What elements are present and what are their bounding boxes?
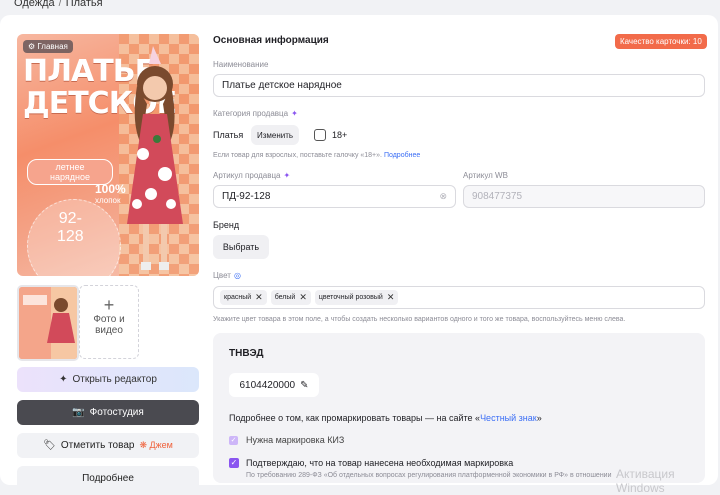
photo-size: 92- 128: [57, 210, 84, 245]
tnved-code-field[interactable]: 6104420000 ✎: [229, 373, 319, 397]
seller-article-label: Артикул продавца ✦: [213, 171, 291, 180]
seller-article-input[interactable]: ПД-92-128 ⊗: [213, 185, 456, 208]
wb-article-input: 908477375: [463, 185, 705, 208]
color-info-icon: ◎: [233, 271, 241, 280]
breadcrumb-item-dresses[interactable]: Платья: [66, 0, 103, 9]
confirm-marking-label: Подтверждаю, что на товар нанесена необх…: [246, 458, 514, 468]
clear-icon[interactable]: ⊗: [439, 191, 447, 202]
card-quality-badge[interactable]: Качество карточки: 10: [615, 34, 707, 49]
remove-tag-icon: ✕: [386, 292, 395, 302]
photo-studio-button[interactable]: 📷 Фотостудия: [17, 400, 199, 425]
color-tag[interactable]: белый ✕: [270, 290, 311, 305]
pencil-icon[interactable]: ✎: [300, 380, 308, 391]
add-photo-video-button[interactable]: + Фото и видео: [79, 285, 139, 359]
confirm-marking-subtext: По требованию 289-ФЗ «Об отдельных вопро…: [246, 472, 612, 479]
wb-article-label: Артикул WB: [463, 171, 508, 180]
photo-thumbnail[interactable]: [17, 285, 79, 361]
category-value: Платья: [213, 130, 244, 140]
sparkle-icon: ✦: [59, 374, 68, 385]
marking-info: Подробнее о том, как промаркировать това…: [229, 413, 542, 423]
plus-icon: +: [103, 295, 115, 315]
add-photo-label: Фото и видео: [93, 314, 125, 336]
name-input[interactable]: Платье детское нарядное: [213, 74, 705, 97]
color-label: Цвет ◎: [213, 271, 241, 280]
change-category-button[interactable]: Изменить: [251, 125, 299, 145]
color-tag[interactable]: цветочный розовый ✕: [314, 290, 399, 305]
jam-badge: ❋ Джем: [139, 440, 173, 450]
windows-activation-watermark: Активация Windows: [616, 467, 675, 495]
remove-tag-icon: ✕: [255, 292, 263, 302]
thumbnail-image: [19, 287, 77, 359]
category-label: Категория продавца ✦: [213, 109, 298, 118]
remove-tag-icon: ✕: [299, 292, 307, 302]
adult-hint: Если товар для взрослых, поставьте галоч…: [213, 152, 421, 159]
girl-illustration: [127, 46, 183, 270]
tag-icon: 🏷: [43, 440, 56, 451]
main-product-photo[interactable]: ⚙ Главная ПЛАТЬЕ ДЕТСКОЕ летнее нарядное…: [17, 34, 199, 276]
ai-sparkle-icon: ✦: [291, 109, 298, 118]
color-tag[interactable]: красный ✕: [220, 290, 267, 305]
breadcrumb-item-clothes[interactable]: Одежда: [14, 0, 55, 9]
section-title: Основная информация: [213, 35, 329, 46]
kiz-checkbox[interactable]: ✓: [229, 436, 238, 445]
breadcrumb-separator: /: [58, 0, 62, 9]
confirm-marking-checkbox[interactable]: ✓: [229, 458, 239, 468]
name-label: Наименование: [213, 60, 269, 69]
tnved-title: ТНВЭД: [229, 348, 264, 359]
select-brand-button[interactable]: Выбрать: [213, 235, 269, 259]
open-editor-button[interactable]: ✦ Открыть редактор: [17, 367, 199, 392]
color-hint: Укажите цвет товара в этом поле, а чтобы…: [213, 316, 626, 323]
mark-product-button[interactable]: 🏷 Отметить товар ❋ Джем: [17, 433, 199, 458]
chestny-znak-link[interactable]: Честный знак: [480, 413, 537, 423]
brand-label: Бренд: [213, 220, 240, 230]
kiz-label: Нужна маркировка КИЗ: [246, 435, 345, 445]
color-tags-input[interactable]: красный ✕ белый ✕ цветочный розовый ✕: [213, 286, 705, 309]
breadcrumb: Одежда / Платья: [14, 0, 103, 9]
adult-hint-link[interactable]: Подробнее: [384, 152, 420, 159]
main-photo-badge: ⚙ Главная: [23, 40, 73, 53]
more-button[interactable]: Подробнее: [17, 466, 199, 491]
camera-icon: 📷: [72, 407, 85, 418]
adult-label: 18+: [332, 130, 348, 140]
adult-checkbox[interactable]: [314, 129, 326, 141]
ai-sparkle-icon: ✦: [283, 171, 291, 180]
